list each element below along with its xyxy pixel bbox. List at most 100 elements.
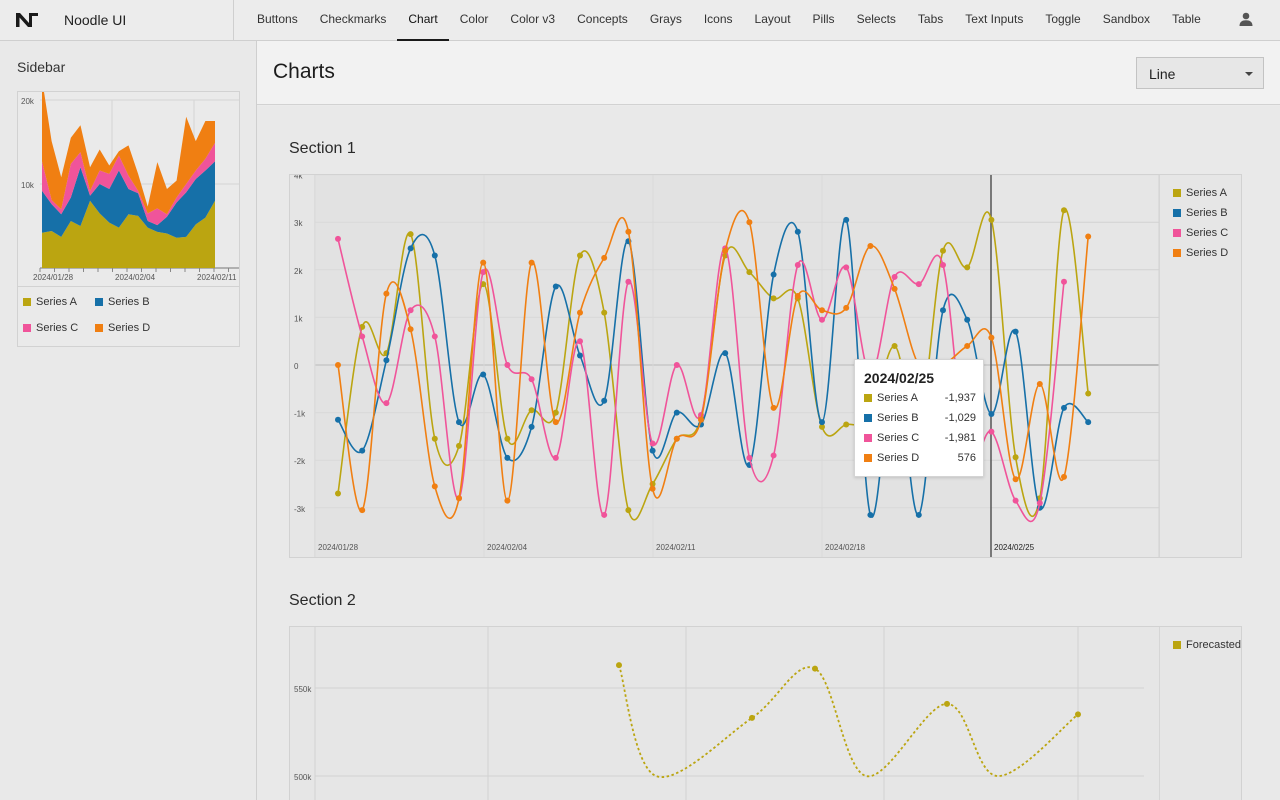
data-point[interactable]	[552, 419, 559, 426]
data-point[interactable]	[988, 428, 995, 435]
data-point[interactable]	[891, 273, 898, 280]
legend-item[interactable]: Series B	[95, 296, 150, 308]
data-point[interactable]	[335, 416, 341, 423]
nav-item-toggle[interactable]: Toggle	[1034, 0, 1091, 40]
data-point[interactable]	[504, 435, 511, 442]
legend-item[interactable]: Series D	[1173, 247, 1228, 259]
data-point[interactable]	[698, 416, 704, 423]
nav-item-layout[interactable]: Layout	[744, 0, 802, 40]
data-point[interactable]	[577, 309, 583, 316]
data-point[interactable]	[335, 235, 341, 242]
data-point[interactable]	[843, 421, 850, 428]
data-point[interactable]	[528, 259, 535, 266]
nav-item-pills[interactable]: Pills	[802, 0, 846, 40]
nav-item-color-v3[interactable]: Color v3	[499, 0, 566, 40]
data-point[interactable]	[480, 371, 487, 378]
data-point[interactable]	[407, 231, 414, 238]
data-point[interactable]	[359, 507, 366, 514]
data-point[interactable]	[843, 264, 850, 271]
user-icon[interactable]	[1238, 11, 1254, 27]
nav-item-icons[interactable]: Icons	[693, 0, 744, 40]
data-point[interactable]	[722, 247, 729, 254]
nav-item-grays[interactable]: Grays	[639, 0, 693, 40]
nav-item-buttons[interactable]: Buttons	[246, 0, 309, 40]
data-point[interactable]	[407, 307, 414, 314]
data-point[interactable]	[1036, 500, 1043, 507]
data-point[interactable]	[1061, 473, 1067, 480]
nav-item-concepts[interactable]: Concepts	[566, 0, 639, 40]
data-point[interactable]	[431, 435, 438, 442]
data-point[interactable]	[504, 362, 511, 368]
section-2-forecast-chart[interactable]: 550k 500k	[290, 627, 1160, 800]
data-point[interactable]	[915, 281, 922, 288]
data-point[interactable]	[843, 304, 850, 311]
data-point[interactable]	[601, 254, 608, 261]
brand[interactable]: Noodle UI	[0, 0, 234, 40]
data-point[interactable]	[940, 262, 946, 269]
data-point[interactable]	[431, 333, 438, 340]
data-point[interactable]	[1085, 390, 1092, 397]
data-point[interactable]	[335, 490, 341, 497]
legend-item[interactable]: Series D	[95, 322, 150, 334]
data-point[interactable]	[649, 440, 656, 447]
data-point[interactable]	[1061, 207, 1067, 214]
data-point[interactable]	[1061, 278, 1067, 285]
data-point[interactable]	[528, 407, 535, 414]
data-point[interactable]	[770, 271, 777, 278]
data-point[interactable]	[746, 454, 753, 461]
data-point[interactable]	[891, 342, 898, 349]
legend-item[interactable]: Series C	[23, 322, 78, 334]
content-area[interactable]: Section 1 4k 3k 2k 1k 0 -1k -2k -3k 2024/01/28 20…	[257, 106, 1280, 800]
data-point[interactable]	[1012, 328, 1019, 335]
data-point[interactable]	[988, 410, 995, 417]
data-point[interactable]	[749, 714, 755, 721]
section-1-line-chart[interactable]: 4k 3k 2k 1k 0 -1k -2k -3k 2024/01/28 2024/02/04 20…	[290, 175, 1160, 557]
data-point[interactable]	[616, 662, 622, 669]
data-point[interactable]	[383, 290, 390, 297]
data-point[interactable]	[794, 228, 801, 235]
data-point[interactable]	[1036, 381, 1043, 388]
legend-item[interactable]: Series C	[1173, 227, 1228, 239]
data-point[interactable]	[867, 511, 874, 518]
data-point[interactable]	[359, 333, 366, 340]
data-point[interactable]	[577, 338, 583, 345]
data-point[interactable]	[819, 316, 825, 323]
data-point[interactable]	[819, 419, 825, 426]
data-point[interactable]	[940, 247, 946, 254]
nav-item-text-inputs[interactable]: Text Inputs	[954, 0, 1034, 40]
data-point[interactable]	[552, 283, 559, 290]
legend-item[interactable]: Series B	[1173, 207, 1228, 219]
data-point[interactable]	[456, 442, 462, 449]
data-point[interactable]	[770, 452, 777, 459]
data-point[interactable]	[407, 245, 414, 252]
data-point[interactable]	[383, 400, 390, 407]
data-point[interactable]	[383, 357, 390, 364]
sidebar-area-chart[interactable]: 20k 10k 2024/01/28 2024/02/04 2024/02/11	[18, 92, 239, 285]
data-point[interactable]	[625, 507, 632, 514]
data-point[interactable]	[601, 309, 608, 316]
data-point[interactable]	[988, 216, 995, 223]
data-point[interactable]	[770, 295, 777, 302]
data-point[interactable]	[649, 485, 656, 492]
data-point[interactable]	[456, 495, 462, 502]
data-point[interactable]	[964, 264, 971, 271]
data-point[interactable]	[577, 252, 583, 259]
data-point[interactable]	[577, 352, 583, 359]
legend-item[interactable]: Series A	[23, 296, 77, 308]
data-point[interactable]	[407, 326, 414, 333]
data-point[interactable]	[1085, 233, 1092, 240]
line-series-forecasted[interactable]	[618, 664, 1079, 778]
data-point[interactable]	[794, 262, 801, 269]
data-point[interactable]	[722, 350, 729, 357]
nav-item-color[interactable]: Color	[449, 0, 500, 40]
data-point[interactable]	[746, 219, 753, 226]
data-point[interactable]	[552, 454, 559, 461]
data-point[interactable]	[1012, 497, 1019, 504]
data-point[interactable]	[335, 362, 341, 368]
data-point[interactable]	[1075, 711, 1081, 718]
data-point[interactable]	[456, 419, 462, 426]
data-point[interactable]	[431, 483, 438, 490]
chart-type-select[interactable]: Line	[1136, 57, 1264, 89]
data-point[interactable]	[940, 307, 946, 314]
data-point[interactable]	[504, 497, 511, 504]
